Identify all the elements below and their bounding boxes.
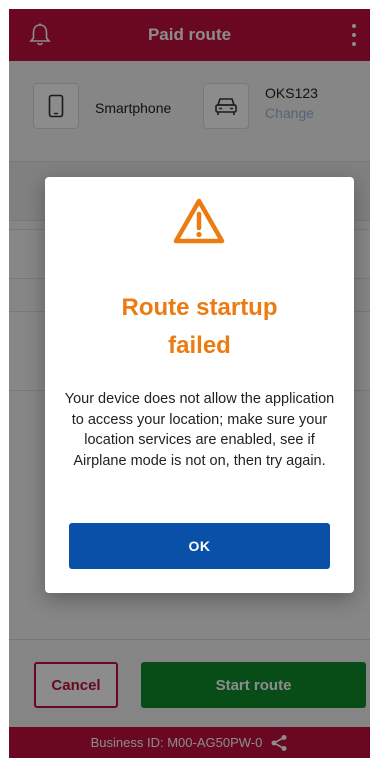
ok-button[interactable]: OK bbox=[69, 523, 330, 569]
dialog-title: Route startup failed bbox=[45, 289, 354, 365]
error-dialog: Route startup failed Your device does no… bbox=[45, 177, 354, 593]
app-screen: Paid route Smartphone OKS123 Change Canc… bbox=[9, 9, 370, 758]
dialog-message: Your device does not allow the applicati… bbox=[64, 391, 335, 469]
dialog-title-line-1: Route startup bbox=[121, 294, 278, 321]
warning-triangle-icon bbox=[173, 198, 225, 244]
dialog-title-line-2: failed bbox=[168, 332, 231, 359]
